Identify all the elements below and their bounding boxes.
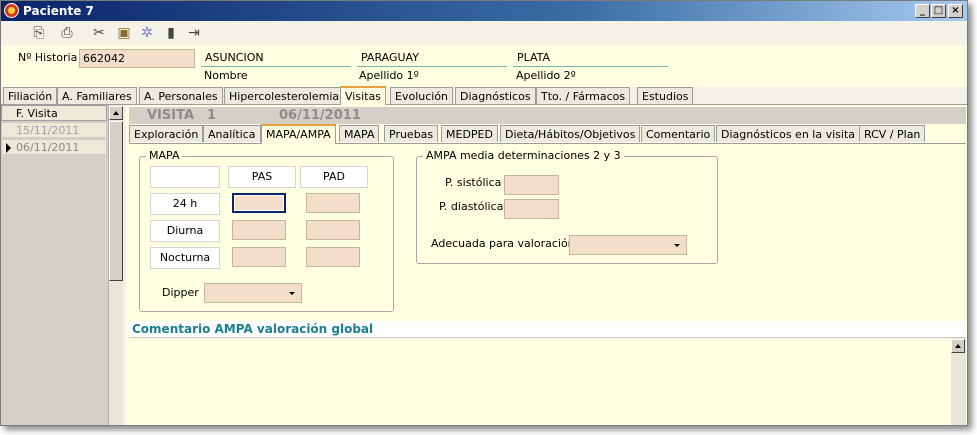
visit-list-scrollbar[interactable] bbox=[108, 105, 123, 425]
subtab-pruebas[interactable]: Pruebas bbox=[384, 125, 439, 142]
app-window: Paciente 7 _ □ × ⎘ ⎙ ✂ ▣ ✲ ▮ ⇥ Nº Histor… bbox=[0, 0, 968, 426]
folder-icon[interactable]: ▣ bbox=[116, 25, 132, 41]
tab-evolucion[interactable]: Evolución bbox=[390, 87, 454, 104]
visit-list: F. Visita 15/11/2011 06/11/2011 bbox=[1, 105, 123, 425]
window-title: Paciente 7 bbox=[23, 4, 94, 18]
visit-row-date: 06/11/2011 bbox=[16, 141, 80, 154]
subtab-diagnosticos-visita[interactable]: Diagnósticos en la visita bbox=[716, 125, 860, 142]
comment-scrollbar[interactable] bbox=[951, 338, 966, 425]
tab-tto-farmacos[interactable]: Tto. / Fármacos bbox=[536, 87, 631, 104]
ampa-group: AMPA media determinaciones 2 y 3 P. sist… bbox=[416, 149, 718, 264]
visit-row-current[interactable]: 06/11/2011 bbox=[1, 139, 107, 155]
pas-header: PAS bbox=[228, 166, 296, 188]
toolbar: ⎘ ⎙ ✂ ▣ ✲ ▮ ⇥ bbox=[1, 21, 967, 45]
mapa-group: MAPA PAS PAD 24 h Diurna Nocturna Dipper bbox=[139, 149, 394, 312]
comment-title: Comentario AMPA valoración global bbox=[129, 321, 966, 337]
subtab-mapa[interactable]: MAPA bbox=[339, 125, 380, 142]
visit-label: VISITA bbox=[147, 108, 195, 123]
comment-textarea[interactable] bbox=[129, 337, 966, 425]
scroll-up-arrow-icon[interactable] bbox=[951, 339, 965, 353]
patient-header: Nº Historia 662042 ASUNCION Nombre PARAG… bbox=[1, 45, 967, 87]
adecuada-label: Adecuada para valoración bbox=[431, 237, 575, 250]
ampa-legend: AMPA media determinaciones 2 y 3 bbox=[423, 149, 624, 162]
sistolica-input[interactable] bbox=[504, 175, 559, 195]
historia-label: Nº Historia bbox=[18, 51, 78, 64]
row-diurna-label: Diurna bbox=[150, 220, 220, 242]
copy-icon[interactable]: ⎘ bbox=[31, 25, 47, 41]
mapa-legend: MAPA bbox=[146, 149, 183, 162]
pad-24h-input[interactable] bbox=[306, 193, 360, 213]
network-icon[interactable]: ✲ bbox=[139, 25, 155, 41]
tab-estudios[interactable]: Estudios bbox=[637, 87, 694, 104]
subtab-analitica[interactable]: Analítica bbox=[203, 125, 261, 142]
tab-filiacion[interactable]: Filiación bbox=[3, 87, 58, 104]
tab-visitas[interactable]: Visitas bbox=[340, 86, 386, 105]
visit-date: 06/11/2011 bbox=[279, 108, 361, 123]
minimize-button[interactable]: _ bbox=[915, 4, 930, 18]
pas-24h-input[interactable] bbox=[232, 193, 286, 213]
exit-icon[interactable]: ⇥ bbox=[186, 25, 202, 41]
adecuada-select[interactable] bbox=[569, 235, 687, 255]
apellido1-field[interactable]: PARAGUAY bbox=[357, 49, 507, 67]
scroll-up-arrow-icon[interactable] bbox=[109, 106, 123, 120]
tab-diagnosticos[interactable]: Diagnósticos bbox=[455, 87, 536, 104]
tools-icon[interactable]: ✂ bbox=[91, 25, 107, 41]
visit-banner: VISITA 1 06/11/2011 bbox=[129, 107, 966, 124]
pad-nocturna-input[interactable] bbox=[306, 247, 360, 267]
pad-header: PAD bbox=[300, 166, 368, 188]
trash-icon[interactable]: ▮ bbox=[163, 25, 179, 41]
mapa-ampa-content: MAPA PAS PAD 24 h Diurna Nocturna Dipper bbox=[129, 143, 966, 321]
tab-a-familiares[interactable]: A. Familiares bbox=[57, 87, 137, 104]
close-button[interactable]: × bbox=[948, 4, 963, 18]
visit-detail-panel: VISITA 1 06/11/2011 Exploración Analític… bbox=[126, 105, 967, 425]
pas-nocturna-input[interactable] bbox=[232, 247, 286, 267]
apellido2-label: Apellido 2º bbox=[516, 69, 576, 82]
historia-field[interactable]: 662042 bbox=[79, 49, 195, 68]
dipper-label: Dipper bbox=[162, 286, 199, 299]
tab-hipercolesterolemia[interactable]: Hipercolesterolemia bbox=[224, 87, 345, 104]
apellido2-field[interactable]: PLATA bbox=[513, 49, 668, 67]
diastolica-label: P. diastólica bbox=[439, 200, 504, 213]
visit-list-header[interactable]: F. Visita bbox=[1, 105, 107, 121]
sistolica-label: P. sistólica bbox=[445, 176, 502, 189]
mapa-corner-cell bbox=[150, 166, 220, 188]
dipper-select[interactable] bbox=[204, 283, 302, 303]
subtab-exploracion[interactable]: Exploración bbox=[129, 125, 204, 142]
apellido1-label: Apellido 1º bbox=[359, 69, 419, 82]
chevron-down-icon bbox=[674, 244, 680, 247]
row-nocturna-label: Nocturna bbox=[150, 247, 220, 269]
print-icon[interactable]: ⎙ bbox=[59, 25, 75, 41]
subtab-comentario[interactable]: Comentario bbox=[641, 125, 716, 142]
chevron-down-icon bbox=[289, 292, 295, 295]
current-row-arrow-icon bbox=[6, 143, 11, 153]
nombre-field[interactable]: ASUNCION bbox=[201, 49, 351, 67]
visit-row[interactable]: 15/11/2011 bbox=[1, 122, 107, 138]
subtab-mapa-ampa[interactable]: MAPA/AMPA bbox=[261, 124, 336, 144]
app-logo-icon bbox=[4, 3, 19, 18]
subtab-medped[interactable]: MEDPED bbox=[441, 125, 498, 142]
scroll-thumb[interactable] bbox=[109, 121, 123, 281]
subtab-dieta[interactable]: Dieta/Hábitos/Objetivos bbox=[500, 125, 641, 142]
row-24h-label: 24 h bbox=[150, 193, 220, 215]
pas-diurna-input[interactable] bbox=[232, 220, 286, 240]
title-bar: Paciente 7 _ □ × bbox=[1, 1, 967, 21]
subtab-rcv-plan[interactable]: RCV / Plan bbox=[859, 125, 926, 142]
nombre-label: Nombre bbox=[204, 69, 248, 82]
maximize-button[interactable]: □ bbox=[931, 4, 946, 18]
pad-diurna-input[interactable] bbox=[306, 220, 360, 240]
visit-number: 1 bbox=[207, 108, 217, 123]
diastolica-input[interactable] bbox=[504, 199, 559, 219]
tab-a-personales[interactable]: A. Personales bbox=[139, 87, 223, 104]
